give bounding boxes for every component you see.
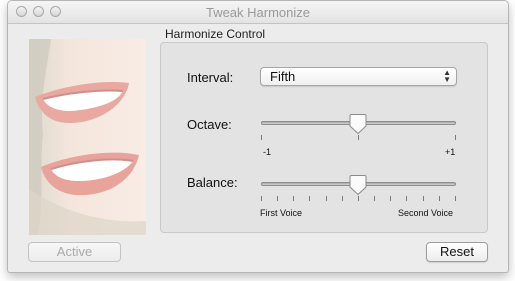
balance-tick [358, 196, 359, 201]
octave-min-label: -1 [263, 147, 272, 157]
balance-tick [277, 196, 278, 201]
balance-tick [326, 196, 327, 201]
octave-slider[interactable] [261, 114, 456, 144]
octave-label: Octave: [187, 117, 232, 132]
octave-tick [261, 135, 262, 140]
balance-slider[interactable] [261, 175, 456, 205]
balance-tick [455, 196, 456, 201]
reset-button[interactable]: Reset [426, 242, 488, 262]
octave-knob[interactable] [349, 114, 367, 134]
balance-tick [406, 196, 407, 201]
face-image [29, 39, 146, 235]
window: Tweak Harmonize Harmonize Control Interv… [7, 0, 509, 273]
octave-tick [455, 135, 456, 140]
interval-value: Fifth [270, 69, 296, 84]
balance-knob[interactable] [349, 175, 367, 195]
balance-tick [293, 196, 294, 201]
balance-tick [390, 196, 391, 201]
octave-max-label: +1 [445, 147, 456, 157]
octave-tick [358, 135, 359, 140]
interval-popup[interactable]: Fifth ▲ ▼ [260, 67, 457, 86]
interval-label: Interval: [187, 70, 234, 85]
balance-tick [374, 196, 375, 201]
balance-max-label: Second Voice [398, 208, 454, 218]
group-title: Harmonize Control [165, 27, 266, 41]
popup-arrows-icon: ▲ ▼ [443, 68, 451, 84]
balance-tick [261, 196, 262, 201]
window-title: Tweak Harmonize [205, 5, 311, 20]
active-button[interactable]: Active [28, 242, 121, 262]
balance-tick [309, 196, 310, 201]
balance-min-label: First Voice [260, 208, 303, 218]
balance-tick [342, 196, 343, 201]
balance-tick [439, 196, 440, 201]
balance-tick [423, 196, 424, 201]
balance-label: Balance: [187, 175, 238, 190]
title-bar[interactable]: Tweak Harmonize [8, 1, 508, 24]
